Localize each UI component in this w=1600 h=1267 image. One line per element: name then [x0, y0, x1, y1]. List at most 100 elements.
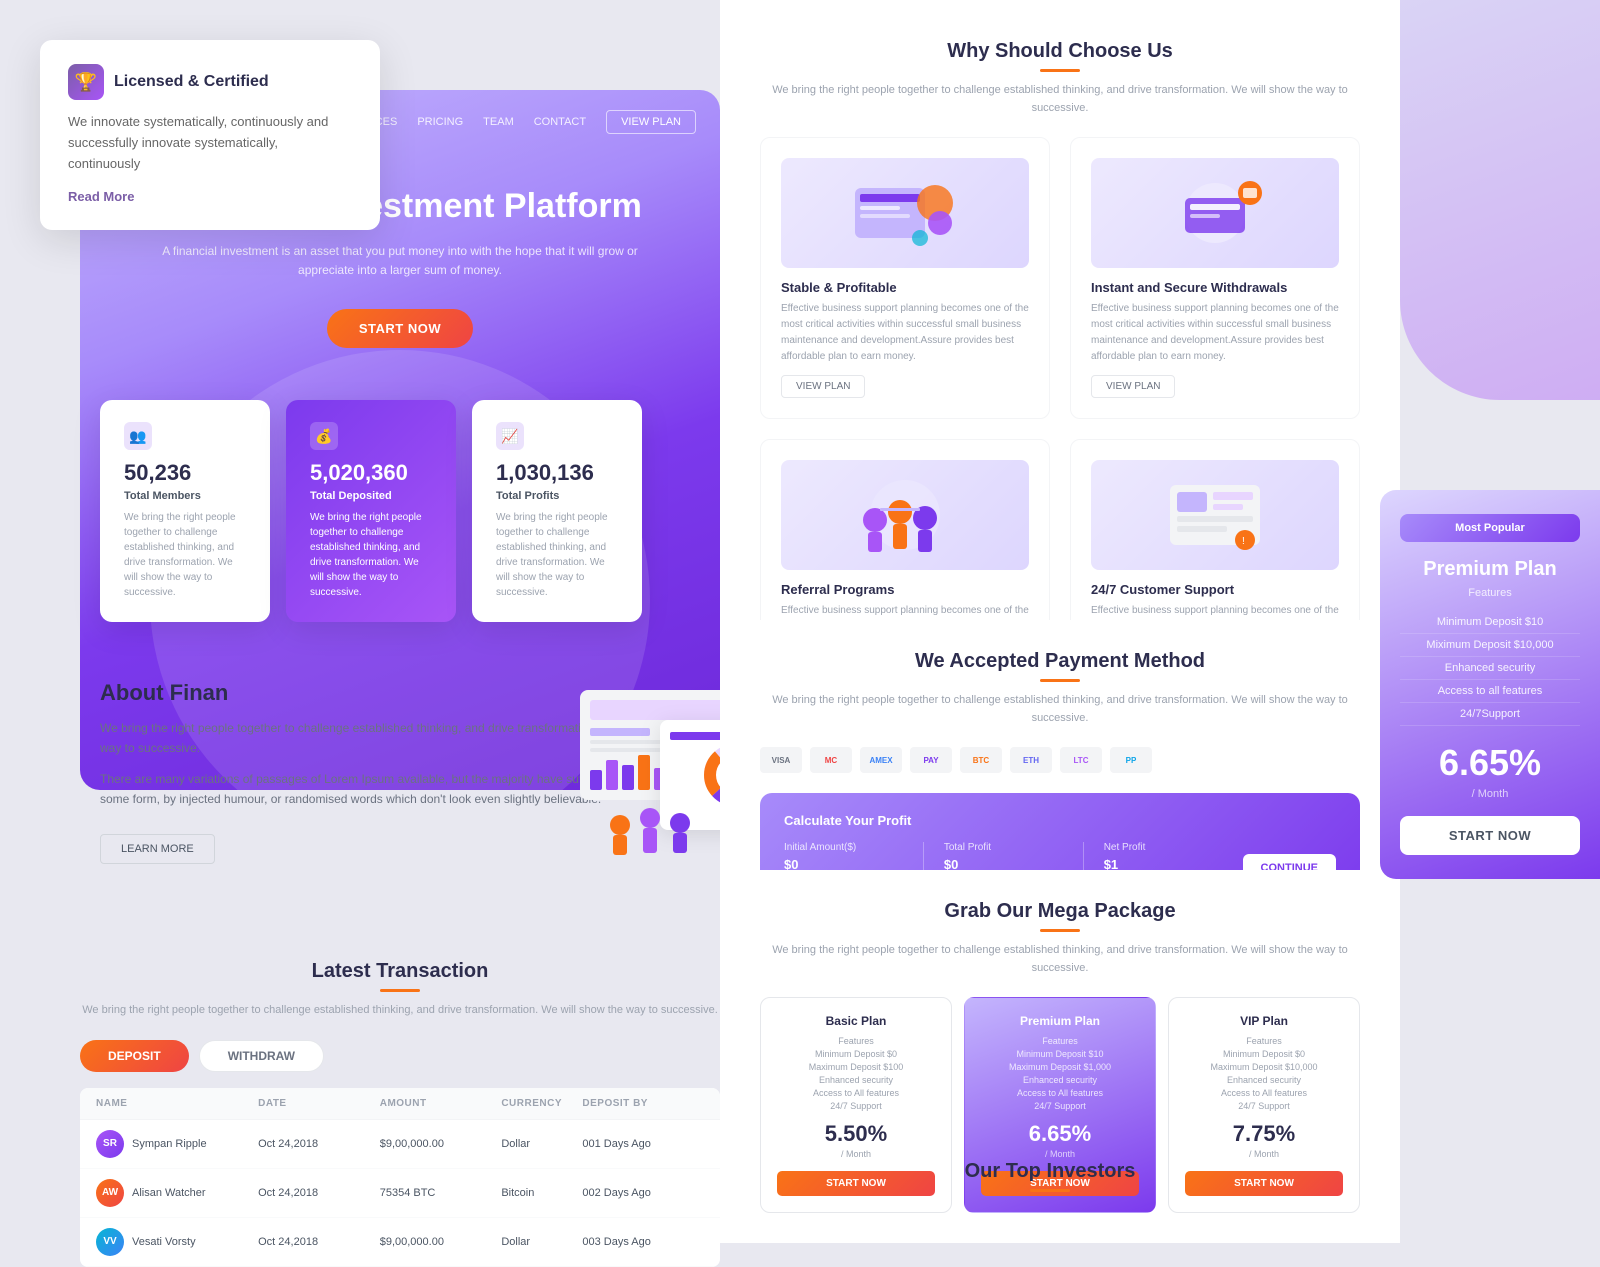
- row1-currency: Dollar: [501, 1138, 582, 1150]
- plan-basic-f0: Features: [777, 1036, 935, 1046]
- premium-start-now-btn[interactable]: START NOW: [1400, 816, 1580, 855]
- members-label: Total Members: [124, 490, 246, 502]
- plan-premium-f5: 24/7 Support: [981, 1101, 1139, 1111]
- table-row: VV Vesati Vorsty Oct 24,2018 $9,00,000.0…: [80, 1218, 720, 1267]
- premium-feature-4: Access to all features: [1400, 680, 1580, 703]
- row3-name: VV Vesati Vorsty: [96, 1228, 258, 1256]
- row2-currency: Bitcoin: [501, 1187, 582, 1199]
- transaction-title: Latest Transaction: [80, 960, 720, 983]
- why-card-3-title: Referral Programs: [781, 582, 1029, 597]
- plan-vip-f2: Maximum Deposit $10,000: [1185, 1062, 1343, 1072]
- premium-feature-1: Minimum Deposit $10: [1400, 611, 1580, 634]
- profits-desc: We bring the right people together to ch…: [496, 510, 618, 600]
- why-title: Why Should Choose Us: [760, 40, 1360, 63]
- row3-avatar: VV: [96, 1228, 124, 1256]
- row1-amount: $9,00,000.00: [380, 1138, 502, 1150]
- why-card-1: Stable & Profitable Effective business s…: [760, 137, 1050, 419]
- plan-vip-f5: 24/7 Support: [1185, 1101, 1343, 1111]
- table-row: AW Alisan Watcher Oct 24,2018 75354 BTC …: [80, 1169, 720, 1218]
- row1-deposit-by: 001 Days Ago: [582, 1138, 704, 1150]
- why-card-2-title: Instant and Secure Withdrawals: [1091, 280, 1339, 295]
- why-card-4-title: 24/7 Customer Support: [1091, 582, 1339, 597]
- investors-section: Our Top Investors: [720, 1140, 1380, 1222]
- why-card-1-btn[interactable]: VIEW PLAN: [781, 375, 865, 398]
- floating-card: 🏆 Licensed & Certified We innovate syste…: [40, 40, 380, 230]
- payment-logo-btc: BTC: [960, 747, 1002, 773]
- members-number: 50,236: [124, 460, 246, 486]
- why-card-1-text: Effective business support planning beco…: [781, 301, 1029, 365]
- plan-basic-f3: Enhanced security: [777, 1075, 935, 1085]
- hero-subtitle: A financial investment is an asset that …: [140, 242, 660, 280]
- plan-premium-f0: Features: [981, 1036, 1139, 1046]
- row2-deposit-by: 002 Days Ago: [582, 1187, 704, 1199]
- plan-vip-f1: Minimum Deposit $0: [1185, 1049, 1343, 1059]
- col-currency: CURRENCY: [501, 1098, 582, 1109]
- col-amount: AMOUNT: [380, 1098, 502, 1109]
- premium-floating-card: Most Popular Premium Plan Features Minim…: [1380, 490, 1600, 879]
- stat-card-members: 👥 50,236 Total Members We bring the righ…: [100, 400, 270, 622]
- table-header: NAME DATE AMOUNT CURRENCY DEPOSIT BY: [80, 1088, 720, 1120]
- calc-net-profit-label: Net Profit: [1104, 842, 1223, 853]
- why-underline: [1040, 69, 1080, 72]
- why-card-2-text: Effective business support planning beco…: [1091, 301, 1339, 365]
- nav-contact[interactable]: CONTACT: [534, 116, 586, 128]
- package-title: Grab Our Mega Package: [760, 900, 1360, 923]
- transaction-table: NAME DATE AMOUNT CURRENCY DEPOSIT BY SR …: [80, 1088, 720, 1267]
- most-popular-badge: Most Popular: [1400, 514, 1580, 542]
- why-card-2-img: [1091, 158, 1339, 268]
- plan-basic-f5: 24/7 Support: [777, 1101, 935, 1111]
- card-text: We innovate systematically, continuously…: [68, 112, 352, 174]
- calc-title: Calculate Your Profit: [784, 813, 1223, 828]
- calc-initial-label: Initial Amount($): [784, 842, 903, 853]
- payment-logo-ltc: LTC: [1060, 747, 1102, 773]
- tab-row: DEPOSIT WITHDRAW: [80, 1040, 720, 1072]
- why-card-4-img: !: [1091, 460, 1339, 570]
- payment-logo-visa: VISA: [760, 747, 802, 773]
- view-plan-nav-btn[interactable]: VIEW PLAN: [606, 110, 696, 134]
- row1-date: Oct 24,2018: [258, 1138, 380, 1150]
- table-row: SR Sympan Ripple Oct 24,2018 $9,00,000.0…: [80, 1120, 720, 1169]
- why-card-2-btn[interactable]: VIEW PLAN: [1091, 375, 1175, 398]
- nav-team[interactable]: TEAM: [483, 116, 514, 128]
- transaction-subtitle: We bring the right people together to ch…: [80, 1002, 720, 1020]
- withdraw-tab[interactable]: WITHDRAW: [199, 1040, 324, 1072]
- package-subtitle: We bring the right people together to ch…: [760, 942, 1360, 977]
- plan-basic-f2: Maximum Deposit $100: [777, 1062, 935, 1072]
- investors-underline: [1030, 1189, 1070, 1192]
- row2-date: Oct 24,2018: [258, 1187, 380, 1199]
- payment-subtitle: We bring the right people together to ch…: [760, 692, 1360, 727]
- package-underline: [1040, 929, 1080, 932]
- stat-card-deposited: 💰 5,020,360 Total Deposited We bring the…: [286, 400, 456, 622]
- plan-basic-f4: Access to All features: [777, 1088, 935, 1098]
- calc-total-profit-label: Total Profit: [944, 842, 1063, 853]
- members-icon: 👥: [124, 422, 152, 450]
- payment-underline: [1040, 679, 1080, 682]
- payment-logo-eth: ETH: [1010, 747, 1052, 773]
- nav-pricing[interactable]: PRICING: [417, 116, 463, 128]
- read-more-link[interactable]: Read More: [68, 189, 134, 204]
- deposited-icon: 💰: [310, 422, 338, 450]
- premium-rate-label: / Month: [1400, 788, 1580, 800]
- deposited-desc: We bring the right people together to ch…: [310, 510, 432, 600]
- hero-cta-btn[interactable]: START NOW: [327, 309, 473, 348]
- col-deposit-by: DEPOSIT BY: [582, 1098, 704, 1109]
- plan-premium-name: Premium Plan: [981, 1014, 1139, 1028]
- profits-label: Total Profits: [496, 490, 618, 502]
- why-subtitle: We bring the right people together to ch…: [760, 82, 1360, 117]
- col-name: NAME: [96, 1098, 258, 1109]
- plan-vip-f4: Access to All features: [1185, 1088, 1343, 1098]
- payment-logos: VISA MC AMEX PAY BTC ETH LTC PP: [760, 747, 1360, 773]
- payment-logo-pp: PP: [1110, 747, 1152, 773]
- learn-more-btn[interactable]: LEARN MORE: [100, 834, 215, 864]
- why-card-1-img: [781, 158, 1029, 268]
- stats-row: 👥 50,236 Total Members We bring the righ…: [100, 400, 642, 622]
- row2-avatar: AW: [96, 1179, 124, 1207]
- profits-number: 1,030,136: [496, 460, 618, 486]
- row2-amount: 75354 BTC: [380, 1187, 502, 1199]
- payment-title: We Accepted Payment Method: [760, 650, 1360, 673]
- deposit-tab[interactable]: DEPOSIT: [80, 1040, 189, 1072]
- payment-logo-pay: PAY: [910, 747, 952, 773]
- row3-amount: $9,00,000.00: [380, 1236, 502, 1248]
- profits-icon: 📈: [496, 422, 524, 450]
- premium-feature-3: Enhanced security: [1400, 657, 1580, 680]
